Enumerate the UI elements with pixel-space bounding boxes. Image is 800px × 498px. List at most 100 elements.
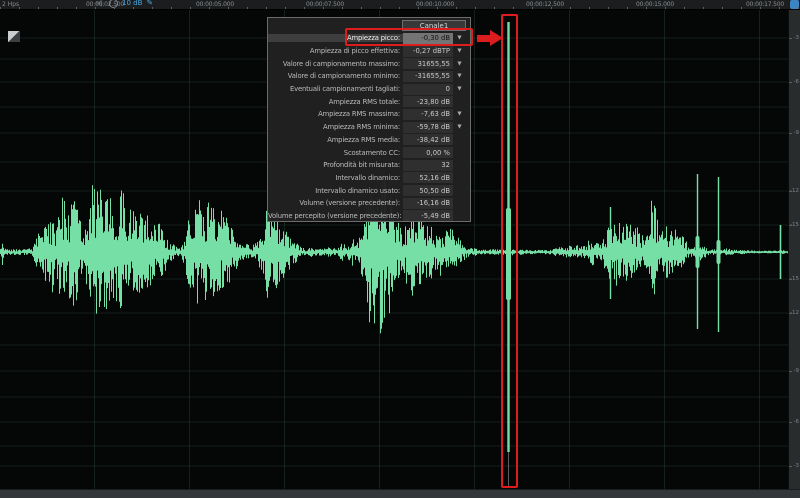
ruler-tick — [570, 7, 571, 9]
statistic-value: -38,42 dB — [403, 134, 453, 145]
red-arrow-annotation — [477, 30, 503, 47]
ruler-tick — [95, 7, 96, 9]
ruler-tick — [152, 7, 153, 9]
statistic-label: Volume (versione precedente): — [268, 199, 403, 207]
ruler-tick — [228, 7, 229, 9]
statistic-row: Ampiezza di picco effettiva:-0,27 dBTP▼ — [268, 45, 470, 58]
ruler-tick — [589, 7, 590, 9]
statistic-label: Ampiezza RMS media: — [268, 136, 403, 144]
statistic-value: -31655,55 — [403, 71, 453, 82]
statistic-row: Valore di campionamento minimo:-31655,55… — [268, 70, 470, 83]
statistic-value: -7,63 dB — [403, 109, 453, 120]
statistic-value: 50,50 dB — [403, 185, 453, 196]
statistic-row: Ampiezza RMS media:-38,42 dB — [268, 134, 470, 147]
statistic-value: -5,49 dB — [403, 210, 453, 221]
ruler-tick — [361, 7, 362, 9]
statistic-label: Intervallo dinamico usato: — [268, 187, 403, 195]
statistic-row: Volume percepito (versione precedente):-… — [268, 210, 470, 223]
peak-amplitude-highlight-box — [345, 28, 473, 46]
horizontal-scrollbar[interactable] — [0, 489, 800, 498]
statistic-label: Eventuali campionamenti tagliati: — [268, 85, 403, 93]
amplitude-tick — [789, 38, 792, 39]
ruler-tick — [57, 7, 58, 9]
time-label: 00:00:10.000 — [416, 1, 454, 8]
statistic-label: Valore di campionamento minimo: — [268, 72, 403, 80]
amplitude-tick — [789, 82, 792, 83]
ruler-tick — [38, 7, 39, 9]
audio-editor-window: 2 Hps 10 dB ✎ 00:00:02.50000:00:05.00000… — [0, 0, 800, 498]
amplitude-tick — [789, 225, 792, 226]
spike-blob — [696, 236, 700, 268]
amplitude-ruler[interactable]: -3-6-9-12-15-15-12-9-6-3 — [788, 9, 800, 490]
statistic-label: Valore di campionamento massimo: — [268, 60, 403, 68]
pencil-icon[interactable]: ✎ — [146, 0, 153, 7]
statistic-value: 0 — [403, 84, 453, 95]
amplitude-tick-label: -9 — [794, 130, 799, 136]
ruler-tick — [532, 7, 533, 9]
statistic-label: Ampiezza RMS minima: — [268, 123, 403, 131]
statistic-value: 31655,55 — [403, 58, 453, 69]
spike-blob — [717, 240, 721, 264]
statistic-label: Profondità bit misurata: — [268, 161, 403, 169]
ruler-tick — [760, 7, 761, 9]
ruler-tick — [133, 7, 134, 9]
gain-value-label[interactable]: 10 dB — [122, 0, 142, 7]
ruler-tick — [475, 7, 476, 9]
amplitude-tick — [789, 422, 792, 423]
ruler-tick — [437, 7, 438, 9]
ruler-tick — [684, 7, 685, 9]
statistic-label: Intervallo dinamico: — [268, 174, 403, 182]
locate-value-arrow-icon[interactable]: ▼ — [453, 111, 466, 117]
ruler-tick — [551, 7, 552, 9]
ruler-tick — [342, 7, 343, 9]
ruler-tick — [798, 7, 799, 9]
amplitude-tick — [789, 279, 792, 280]
ruler-tick — [494, 7, 495, 9]
statistics-rows: Ampiezza picco:-0,30 dB▼Ampiezza di picc… — [268, 32, 470, 222]
timeline-ruler[interactable]: 2 Hps 10 dB ✎ 00:00:02.50000:00:05.00000… — [0, 0, 800, 10]
locate-value-arrow-icon[interactable]: ▼ — [453, 61, 466, 67]
statistic-value: -16,16 dB — [403, 198, 453, 209]
statistic-row: Intervallo dinamico usato:50,50 dB — [268, 184, 470, 197]
statistic-value: 52,16 dB — [403, 172, 453, 183]
ruler-tick — [418, 7, 419, 9]
amplitude-tick — [789, 191, 792, 192]
ruler-tick — [627, 7, 628, 9]
ruler-tick — [646, 7, 647, 9]
fold-corner-icon[interactable] — [8, 31, 20, 42]
amplitude-statistics-panel: Canale1 Ampiezza picco:-0,30 dB▼Ampiezza… — [267, 17, 471, 222]
ruler-tick — [608, 7, 609, 9]
statistic-value: -0,27 dBTP — [403, 46, 453, 57]
statistic-label: Ampiezza RMS totale: — [268, 98, 403, 106]
statistic-row: Scostamento CC:0,00 % — [268, 146, 470, 159]
statistic-row: Ampiezza RMS minima:-59,78 dB▼ — [268, 121, 470, 134]
statistic-row: Ampiezza RMS totale:-23,80 dB — [268, 95, 470, 108]
amplitude-tick — [789, 133, 792, 134]
locate-value-arrow-icon[interactable]: ▼ — [453, 124, 466, 130]
ruler-tick — [247, 7, 248, 9]
amplitude-tick-label: -9 — [794, 368, 799, 374]
ruler-tick — [741, 7, 742, 9]
amplitude-tick — [789, 466, 792, 467]
statistic-label: Ampiezza di picco effettiva: — [268, 47, 403, 55]
ruler-tick — [456, 7, 457, 9]
ruler-tick — [209, 7, 210, 9]
ruler-tick — [266, 7, 267, 9]
ruler-tick — [76, 7, 77, 9]
amplitude-tick-label: -6 — [794, 419, 799, 425]
ruler-tick — [380, 7, 381, 9]
locate-value-arrow-icon[interactable]: ▼ — [453, 86, 466, 92]
statistic-row: Profondità bit misurata:32 — [268, 159, 470, 172]
statistic-value: 0,00 % — [403, 147, 453, 158]
amplitude-tick — [789, 313, 792, 314]
locate-value-arrow-icon[interactable]: ▼ — [453, 48, 466, 54]
ruler-tick — [304, 7, 305, 9]
ruler-tick — [703, 7, 704, 9]
statistic-value: -59,78 dB — [403, 122, 453, 133]
locate-value-arrow-icon[interactable]: ▼ — [453, 73, 466, 79]
amplitude-tick-label: -6 — [794, 79, 799, 85]
statistic-label: Ampiezza RMS massima: — [268, 110, 403, 118]
ruler-tick — [323, 7, 324, 9]
statistic-label: Scostamento CC: — [268, 149, 403, 157]
statistic-label: Volume percepito (versione precedente): — [268, 212, 403, 220]
